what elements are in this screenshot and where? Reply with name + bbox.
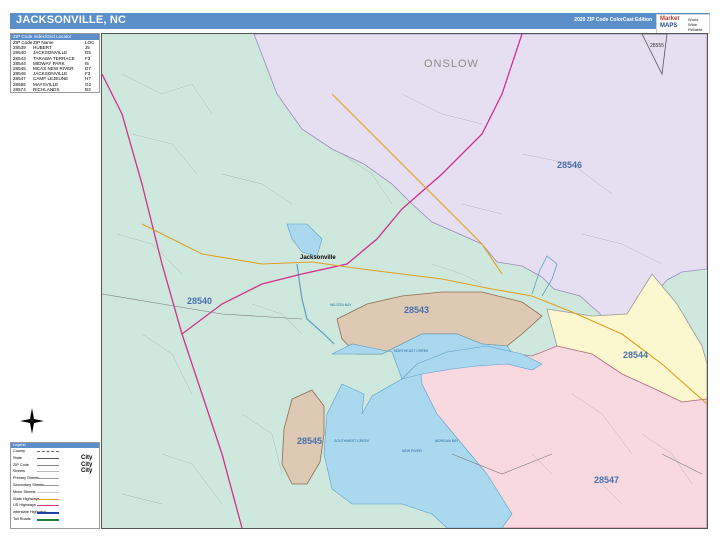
market-maps-logo: Market MAPS World Wide Reliable [656, 14, 710, 34]
legend-city-sample: City [81, 461, 93, 468]
legend-label: US Highways [13, 503, 36, 508]
loc-cell: B3 [85, 86, 91, 92]
zip-code-index: ZIP Code Index/Grid Locator ZIP Code ZIP… [10, 33, 100, 93]
legend-label: State Highways [13, 496, 40, 501]
legend-symbol [37, 457, 59, 459]
water-label-wilson-bay: WILSON BAY [330, 303, 352, 307]
legend-symbol [37, 491, 59, 493]
legend-symbol [37, 518, 59, 521]
legend-row: State Highways [11, 496, 99, 503]
water-label-morgan-bay: MORGAN BAY [435, 439, 459, 443]
table-row: 28574 RICHLANDS B3 [11, 87, 99, 92]
zip-label-28547: 28547 [594, 475, 619, 485]
legend-label: Primary Streets [13, 476, 40, 481]
legend-row: Toll Roads [11, 516, 99, 523]
name-cell: RICHLANDS [33, 86, 60, 92]
compass-rose-icon [20, 408, 44, 434]
legend-symbol [37, 451, 59, 452]
legend-symbol [37, 512, 59, 515]
zip-cell: 28574 [13, 86, 26, 92]
legend-symbol [37, 471, 59, 473]
legend-row: US Highways [11, 502, 99, 509]
zip-label-28543: 28543 [404, 305, 429, 315]
legend-label: County [13, 449, 26, 453]
zip-label-28544: 28544 [623, 350, 648, 360]
logo-tagline: World Wide Reliable [688, 17, 703, 32]
edition-label: 2020 ZIP Code ColorCast Edition [574, 17, 652, 23]
legend-label: Streets [13, 469, 26, 474]
legend-symbol [37, 484, 59, 486]
zip-label-28555: 28555 [650, 43, 664, 49]
map-canvas[interactable]: 28540 28543 28546 28544 28545 28547 2855… [101, 33, 708, 529]
map-legend: Legend County State City ZIP Code City Str… [10, 442, 100, 529]
map-title: JACKSONVILLE, NC [16, 14, 127, 26]
city-label-jacksonville: Jacksonville [300, 255, 336, 261]
water-label-northeast-creek: NORTHEAST CREEK [394, 349, 429, 353]
legend-symbol [37, 464, 59, 466]
legend-row: Interstate Highways [11, 509, 99, 516]
legend-row: Primary Streets [11, 475, 99, 482]
zip-label-28540: 28540 [187, 296, 212, 306]
legend-row: Secondary Streets [11, 482, 99, 489]
water-label-southwest-creek: SOUTHWEST CREEK [334, 439, 370, 443]
legend-row: ZIP Code City [11, 462, 99, 469]
legend-label: ZIP Code [13, 462, 29, 467]
logo-word-1: Market [660, 16, 680, 22]
legend-label: Toll Roads [13, 516, 31, 521]
logo-word-2: MAPS [660, 23, 678, 29]
legend-label: Minor Streets [13, 489, 36, 494]
county-label: ONSLOW [424, 58, 479, 70]
legend-symbol [37, 478, 59, 480]
title-bar: JACKSONVILLE, NC 2020 ZIP Code ColorCast… [10, 13, 710, 29]
legend-row: Minor Streets [11, 489, 99, 496]
zip-label-28545: 28545 [297, 436, 322, 446]
legend-row: Streets City [11, 468, 99, 475]
legend-symbol [37, 498, 59, 500]
legend-symbol [37, 505, 59, 507]
legend-row: County [11, 448, 99, 455]
water-label-new-river: NEW RIVER [402, 449, 422, 453]
legend-row: State City [11, 455, 99, 462]
legend-city-sample: City [81, 468, 93, 475]
legend-city-sample: City [81, 454, 93, 461]
legend-label: State [13, 455, 22, 460]
zip-label-28546: 28546 [557, 160, 582, 170]
